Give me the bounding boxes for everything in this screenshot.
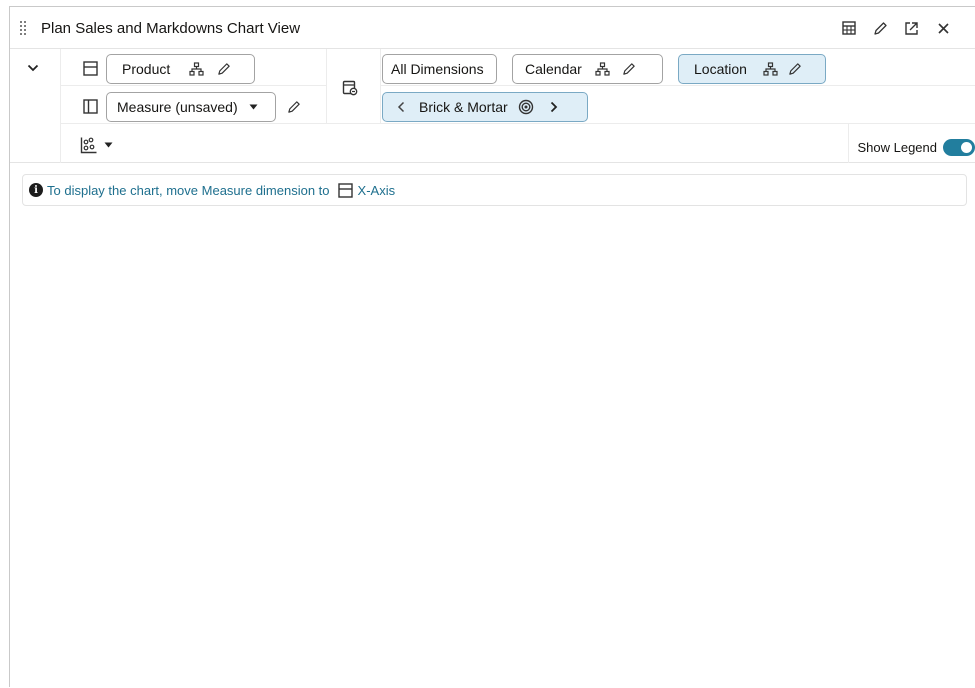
chevron-down-icon bbox=[27, 64, 39, 72]
layout-toolbar: Product Measure (unsaved) All Dimensions… bbox=[10, 49, 975, 163]
location-chip[interactable]: Location bbox=[678, 54, 826, 84]
hierarchy-icon[interactable] bbox=[761, 59, 781, 79]
divider bbox=[380, 49, 381, 123]
info-icon: i bbox=[29, 183, 43, 197]
chart-type-button[interactable] bbox=[79, 135, 99, 155]
expand-view-button[interactable] bbox=[901, 18, 921, 38]
expand-icon bbox=[904, 21, 918, 35]
x-axis-target: X-Axis bbox=[357, 182, 396, 198]
measure-select-label: Measure (unsaved) bbox=[117, 99, 238, 115]
chevron-right-icon bbox=[550, 101, 557, 113]
close-icon bbox=[937, 22, 949, 34]
row-axis-icon bbox=[336, 180, 356, 200]
focus-member-button[interactable] bbox=[516, 97, 536, 117]
all-dimensions-chip[interactable]: All Dimensions bbox=[382, 54, 497, 84]
divider bbox=[60, 85, 326, 86]
divider bbox=[380, 85, 975, 86]
chart-type-icon bbox=[80, 137, 97, 154]
table-view-button[interactable] bbox=[839, 18, 859, 38]
table-icon bbox=[842, 21, 856, 35]
chevron-left-icon bbox=[397, 101, 405, 113]
pencil-icon bbox=[288, 101, 300, 113]
hierarchy-icon[interactable] bbox=[593, 59, 613, 79]
edit-measure-button[interactable] bbox=[284, 97, 304, 117]
info-message-text: To display the chart, move Measure dimen… bbox=[47, 182, 330, 198]
divider bbox=[848, 124, 849, 163]
location-chip-label: Location bbox=[694, 61, 747, 77]
chart-view-panel: Plan Sales and Markdowns Chart View Prod… bbox=[9, 6, 975, 687]
edit-calendar-button[interactable] bbox=[619, 59, 639, 79]
divider bbox=[326, 49, 327, 123]
navigator-label: Brick & Mortar bbox=[419, 99, 508, 115]
pivot-button[interactable] bbox=[340, 78, 360, 98]
all-dimensions-label: All Dimensions bbox=[391, 61, 484, 77]
pencil-icon bbox=[789, 63, 801, 75]
divider bbox=[60, 49, 61, 163]
next-member-button[interactable] bbox=[544, 97, 564, 117]
caret-down-icon bbox=[104, 142, 112, 148]
view-title: Plan Sales and Markdowns Chart View bbox=[41, 20, 301, 37]
calendar-chip-label: Calendar bbox=[525, 61, 582, 77]
show-legend-toggle[interactable] bbox=[943, 139, 975, 156]
edit-location-button[interactable] bbox=[785, 59, 805, 79]
target-icon bbox=[518, 99, 533, 115]
pencil-icon bbox=[623, 63, 635, 75]
close-view-button[interactable] bbox=[933, 18, 953, 38]
previous-member-button[interactable] bbox=[391, 97, 411, 117]
row-axis-icon bbox=[80, 58, 100, 78]
edit-view-button[interactable] bbox=[870, 18, 890, 38]
title-bar: Plan Sales and Markdowns Chart View bbox=[10, 7, 975, 49]
drag-handle-icon[interactable] bbox=[19, 20, 29, 36]
collapse-button[interactable] bbox=[23, 58, 43, 78]
chart-type-dropdown[interactable] bbox=[98, 135, 118, 155]
pencil-icon bbox=[218, 63, 230, 75]
chart-area bbox=[10, 212, 975, 688]
pivot-icon bbox=[342, 80, 358, 96]
pencil-icon bbox=[873, 21, 887, 35]
measure-select[interactable]: Measure (unsaved) bbox=[106, 92, 276, 122]
show-legend-label: Show Legend bbox=[857, 140, 937, 155]
caret-down-icon[interactable] bbox=[244, 97, 264, 117]
product-chip-label: Product bbox=[122, 61, 171, 77]
divider bbox=[60, 123, 975, 124]
hierarchy-icon[interactable] bbox=[186, 59, 206, 79]
calendar-chip[interactable]: Calendar bbox=[512, 54, 663, 84]
location-navigator: Brick & Mortar bbox=[382, 92, 588, 122]
product-chip[interactable]: Product bbox=[106, 54, 255, 84]
column-axis-icon bbox=[80, 96, 100, 116]
info-message: i To display the chart, move Measure dim… bbox=[22, 174, 967, 206]
edit-product-button[interactable] bbox=[214, 59, 234, 79]
